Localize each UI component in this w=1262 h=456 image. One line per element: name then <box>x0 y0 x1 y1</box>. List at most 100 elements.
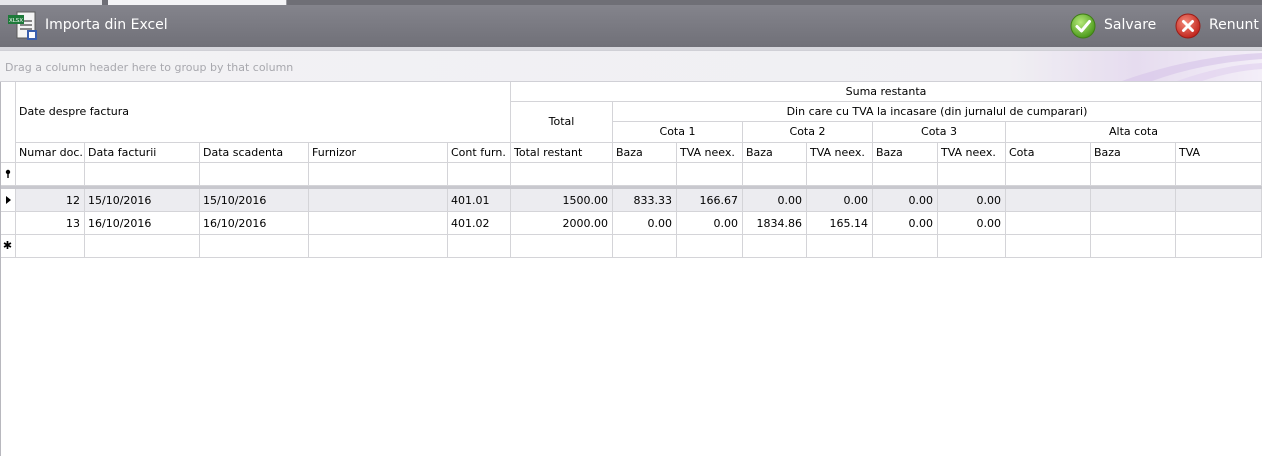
new-row-cell[interactable] <box>743 235 807 258</box>
new-row-cell[interactable] <box>200 235 309 258</box>
filter-cell[interactable] <box>309 163 448 186</box>
save-button[interactable]: Salvare <box>1070 11 1156 41</box>
cell-value: 15/10/2016 <box>88 194 152 207</box>
new-row-cell[interactable] <box>938 235 1006 258</box>
filter-cell[interactable] <box>448 163 511 186</box>
table-cell[interactable]: 833.33 <box>613 189 677 212</box>
new-row-cell[interactable] <box>511 235 613 258</box>
table-cell[interactable] <box>1006 212 1091 235</box>
filter-cell[interactable] <box>85 163 200 186</box>
table-cell[interactable]: 13 <box>16 212 85 235</box>
table-cell[interactable] <box>309 212 448 235</box>
column-header-cota2-tva-neex[interactable]: TVA neex. <box>807 143 873 163</box>
filter-cell[interactable] <box>1006 163 1091 186</box>
filter-cell[interactable] <box>873 163 938 186</box>
new-row-cell[interactable] <box>309 235 448 258</box>
filter-cell[interactable] <box>807 163 873 186</box>
new-row-cell[interactable] <box>1006 235 1091 258</box>
band-cota-2[interactable]: Cota 2 <box>743 122 873 143</box>
column-header-label: TVA neex. <box>810 146 865 159</box>
table-cell[interactable]: 401.01 <box>448 189 511 212</box>
table-cell[interactable]: 1834.86 <box>743 212 807 235</box>
filter-cell[interactable] <box>1091 163 1176 186</box>
band-alta-cota[interactable]: Alta cota <box>1006 122 1262 143</box>
filter-cell[interactable] <box>677 163 743 186</box>
new-row-cell[interactable] <box>1091 235 1176 258</box>
column-header-cota2-baza[interactable]: Baza <box>743 143 807 163</box>
column-header-cont-furn[interactable]: Cont furn. <box>448 143 511 163</box>
table-cell[interactable]: 2000.00 <box>511 212 613 235</box>
filter-cell[interactable] <box>743 163 807 186</box>
band-din-care-tva[interactable]: Din care cu TVA la incasare (din jurnalu… <box>613 102 1262 122</box>
column-header-alta-cota[interactable]: Cota <box>1006 143 1091 163</box>
column-header-label: Furnizor <box>312 146 357 159</box>
table-cell[interactable]: 0.00 <box>677 212 743 235</box>
table-cell[interactable]: 0.00 <box>873 189 938 212</box>
column-header-cota1-baza[interactable]: Baza <box>613 143 677 163</box>
group-by-panel[interactable]: Drag a column header here to group by th… <box>0 50 1262 82</box>
filter-cell[interactable] <box>200 163 309 186</box>
table-cell[interactable]: 0.00 <box>873 212 938 235</box>
column-header-cota1-tva-neex[interactable]: TVA neex. <box>677 143 743 163</box>
filter-cell[interactable] <box>511 163 613 186</box>
filter-cell[interactable] <box>613 163 677 186</box>
column-header-label: TVA neex. <box>941 146 996 159</box>
band-suma-restanta[interactable]: Suma restanta <box>511 82 1262 102</box>
band-total[interactable]: Total <box>511 102 613 143</box>
table-cell[interactable] <box>1091 212 1176 235</box>
new-row-cell[interactable] <box>448 235 511 258</box>
table-cell[interactable]: 15/10/2016 <box>85 189 200 212</box>
table-cell[interactable]: 0.00 <box>613 212 677 235</box>
table-cell[interactable]: 16/10/2016 <box>85 212 200 235</box>
table-cell[interactable]: 166.67 <box>677 189 743 212</box>
table-cell[interactable]: 16/10/2016 <box>200 212 309 235</box>
column-header-alta-tva[interactable]: TVA <box>1176 143 1262 163</box>
column-header-data-facturii[interactable]: Data facturii <box>85 143 200 163</box>
new-row-cell[interactable] <box>613 235 677 258</box>
table-cell[interactable] <box>1176 189 1262 212</box>
table-cell[interactable] <box>1006 189 1091 212</box>
check-icon <box>1070 13 1096 39</box>
close-icon <box>1175 13 1201 39</box>
table-cell[interactable]: 0.00 <box>938 212 1006 235</box>
filter-row-indicator <box>0 163 16 186</box>
band-date-despre-factura[interactable]: Date despre factura <box>16 82 511 143</box>
new-row-cell[interactable] <box>85 235 200 258</box>
column-header-cota3-baza[interactable]: Baza <box>873 143 938 163</box>
invoice-grid: Date despre factura Suma restanta Total … <box>0 82 1262 456</box>
column-header-furnizor[interactable]: Furnizor <box>309 143 448 163</box>
table-cell[interactable]: 15/10/2016 <box>200 189 309 212</box>
cell-value: 165.14 <box>829 217 869 230</box>
cancel-button-label: Renunt <box>1209 17 1259 33</box>
filter-cell[interactable] <box>938 163 1006 186</box>
new-row-cell[interactable] <box>807 235 873 258</box>
band-cota-3[interactable]: Cota 3 <box>873 122 1006 143</box>
band-cota-1[interactable]: Cota 1 <box>613 122 743 143</box>
column-header-alta-baza[interactable]: Baza <box>1091 143 1176 163</box>
row-indicator[interactable] <box>0 212 16 235</box>
table-cell[interactable] <box>1091 189 1176 212</box>
table-cell[interactable]: 401.02 <box>448 212 511 235</box>
filter-cell[interactable] <box>1176 163 1262 186</box>
table-cell[interactable]: 0.00 <box>938 189 1006 212</box>
table-cell[interactable]: 165.14 <box>807 212 873 235</box>
cancel-button[interactable]: Renunt <box>1175 11 1259 41</box>
column-header-cota3-tva-neex[interactable]: TVA neex. <box>938 143 1006 163</box>
table-cell[interactable] <box>1176 212 1262 235</box>
new-row-cell[interactable] <box>1176 235 1262 258</box>
column-header-data-scadenta[interactable]: Data scadenta <box>200 143 309 163</box>
new-row-cell[interactable] <box>16 235 85 258</box>
table-cell[interactable]: 1500.00 <box>511 189 613 212</box>
filter-cell[interactable] <box>16 163 85 186</box>
new-row-cell[interactable] <box>677 235 743 258</box>
new-row-cell[interactable] <box>873 235 938 258</box>
table-cell[interactable]: 12 <box>16 189 85 212</box>
current-row-indicator[interactable] <box>0 189 16 212</box>
column-header-total-restant[interactable]: Total restant <box>511 143 613 163</box>
table-cell[interactable] <box>309 189 448 212</box>
column-header-label: Numar doc. <box>19 146 83 159</box>
new-row-indicator[interactable]: ✱ <box>0 235 16 258</box>
column-header-numar-doc[interactable]: Numar doc. <box>16 143 85 163</box>
table-cell[interactable]: 0.00 <box>807 189 873 212</box>
table-cell[interactable]: 0.00 <box>743 189 807 212</box>
